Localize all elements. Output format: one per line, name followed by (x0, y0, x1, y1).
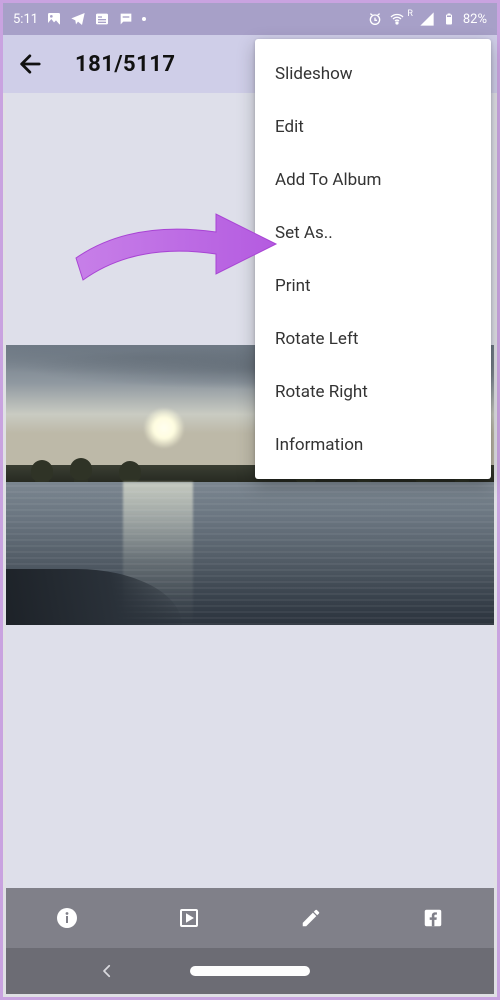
overflow-menu: Slideshow Edit Add To Album Set As.. Pri… (255, 39, 491, 479)
battery-percent: 82% (463, 12, 487, 27)
edit-button[interactable] (298, 905, 324, 931)
photo-counter: 181/5117 (75, 52, 176, 77)
system-nav-bar (6, 948, 494, 994)
chat-icon (118, 11, 134, 27)
info-button[interactable] (54, 905, 80, 931)
status-bar: 5:11 R (3, 3, 497, 35)
signal-icon (419, 11, 435, 27)
menu-item-print[interactable]: Print (255, 259, 491, 312)
menu-item-rotate-right[interactable]: Rotate Right (255, 365, 491, 418)
menu-item-information[interactable]: Information (255, 418, 491, 471)
telegram-icon (70, 11, 86, 27)
more-notifications-dot (142, 17, 146, 21)
slideshow-button[interactable] (176, 905, 202, 931)
news-icon (94, 11, 110, 27)
bottom-action-bar (6, 888, 494, 948)
status-time: 5:11 (13, 12, 38, 27)
roaming-label: R (407, 9, 413, 19)
alarm-icon (367, 11, 383, 27)
menu-item-slideshow[interactable]: Slideshow (255, 47, 491, 100)
nav-back-button[interactable] (98, 962, 116, 980)
menu-item-rotate-left[interactable]: Rotate Left (255, 312, 491, 365)
menu-item-edit[interactable]: Edit (255, 100, 491, 153)
battery-icon (441, 11, 457, 27)
nav-home-pill[interactable] (190, 966, 310, 976)
menu-item-set-as[interactable]: Set As.. (255, 206, 491, 259)
facebook-button[interactable] (420, 905, 446, 931)
back-button[interactable] (17, 50, 45, 78)
image-icon (46, 11, 62, 27)
menu-item-add-to-album[interactable]: Add To Album (255, 153, 491, 206)
wifi-icon (389, 11, 405, 27)
